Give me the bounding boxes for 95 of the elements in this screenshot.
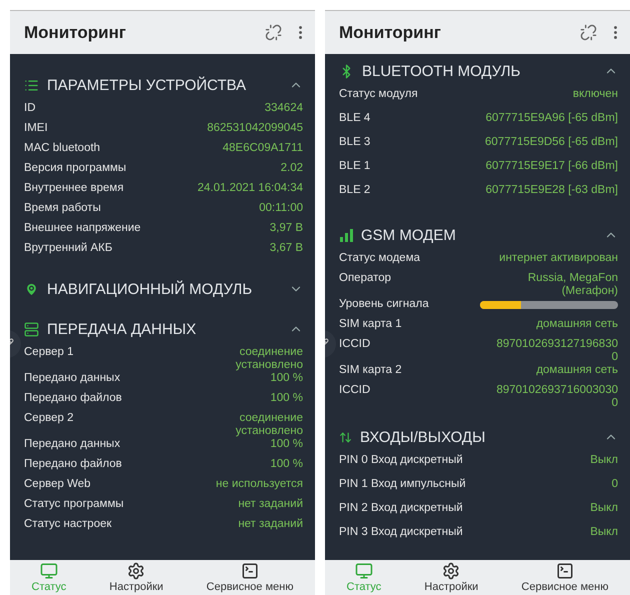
- field-value: 48E6C09A1711: [222, 142, 303, 155]
- field-label: Статус настроек: [24, 518, 112, 530]
- field-label: SIM карта 1: [339, 318, 402, 330]
- field-value: 6077715E9E28 [-63 dBm]: [486, 184, 618, 197]
- field-label: Уровень сигнала: [339, 298, 429, 310]
- section-header[interactable]: НАВИГАЦИОННЫЙ МОДУЛЬ: [24, 276, 303, 302]
- monitor-icon: [40, 562, 58, 580]
- field-label: BLE 1: [339, 160, 370, 172]
- field-value: 2.02: [280, 162, 303, 175]
- section-title: ВХОДЫ/ВЫХОДЫ: [360, 428, 486, 446]
- field-value: Выкл: [590, 526, 618, 539]
- field-label: Статус модуля: [339, 88, 418, 100]
- section-title: BLUETOOTH МОДУЛЬ: [362, 62, 522, 80]
- field-value: 6077715E9A96 [-65 dBm]: [486, 112, 618, 125]
- field-label: Сервер 1: [24, 346, 74, 358]
- nav-tab[interactable]: Сервисное меню: [517, 560, 612, 593]
- field-label: PIN 0 Вход дискретный: [339, 454, 463, 466]
- field-label: Сервер Web: [24, 478, 91, 490]
- section-title: ПЕРЕДАЧА ДАННЫХ: [47, 320, 198, 338]
- field-label: Статус модема: [339, 252, 420, 264]
- section-title: GSM МОДЕМ: [361, 226, 457, 244]
- field-label: BLE 4: [339, 112, 370, 124]
- field-value: соединение установлено: [234, 346, 303, 372]
- field-label: Сервер 2: [24, 412, 74, 424]
- field-value: 6077715E9E17 [-66 dBm]: [486, 160, 618, 173]
- field-value: 00:11:00: [259, 202, 303, 215]
- field-value: Выкл: [590, 502, 618, 515]
- field-label: Версия программы: [24, 162, 126, 174]
- field-label: BLE 3: [339, 136, 370, 148]
- screen-title: Мониторинг: [24, 22, 127, 42]
- nav-tab[interactable]: Сервисное меню: [202, 560, 298, 593]
- field-value: 0: [612, 478, 618, 491]
- field-label: PIN 1 Вход импульсный: [339, 478, 466, 490]
- field-value: включен: [572, 88, 618, 101]
- signal-bars-icon: [339, 228, 353, 242]
- list-icon: [24, 78, 39, 92]
- field-value: 100 %: [270, 372, 303, 385]
- field-label: ICCID: [339, 384, 370, 396]
- field-label: Время работы: [24, 202, 101, 214]
- screen-title: Мониторинг: [339, 22, 442, 42]
- field-value: 89701026937160030300: [495, 384, 618, 410]
- monitor-icon: [354, 562, 373, 580]
- location-pin-icon: [24, 282, 39, 296]
- field-label: PIN 3 Вход дискретный: [339, 526, 463, 538]
- field-label: Врутренний АКБ: [24, 242, 112, 254]
- field-value: 334624: [264, 102, 303, 115]
- section-header[interactable]: ПАРАМЕТРЫ УСТРОЙСТВА: [24, 72, 303, 98]
- field-value: Выкл: [590, 454, 618, 467]
- field-label: MAC bluetooth: [24, 142, 100, 154]
- field-label: Передано файлов: [24, 392, 122, 404]
- field-label: Оператор: [339, 272, 392, 284]
- field-value: не используется: [216, 478, 303, 491]
- section-header[interactable]: GSM МОДЕМ: [339, 222, 618, 248]
- field-value: 100 %: [270, 392, 303, 405]
- field-label: SIM карта 2: [339, 364, 402, 376]
- section-title: НАВИГАЦИОННЫЙ МОДУЛЬ: [47, 280, 254, 298]
- field-value: нет заданий: [238, 518, 303, 531]
- settings-icon: [442, 562, 460, 580]
- terminal-icon: [240, 562, 259, 580]
- nav-tab[interactable]: Настройки: [420, 560, 482, 593]
- field-label: Передано данных: [24, 438, 120, 450]
- field-label: IMEI: [24, 122, 48, 134]
- field-value: домашняя сеть: [536, 364, 618, 377]
- field-value: 24.01.2021 16:04:34: [197, 182, 303, 195]
- field-value: домашняя сеть: [536, 318, 618, 331]
- section-header[interactable]: BLUETOOTH МОДУЛЬ: [339, 58, 618, 84]
- broken-link-icon[interactable]: [580, 24, 597, 41]
- broken-link-icon[interactable]: [265, 24, 282, 41]
- field-value: соединение установлено: [234, 412, 303, 438]
- field-label: ICCID: [339, 338, 370, 350]
- section-header[interactable]: ПЕРЕДАЧА ДАННЫХ: [24, 316, 303, 342]
- terminal-icon: [556, 562, 574, 580]
- settings-icon: [127, 562, 146, 580]
- field-label: Передано данных: [24, 372, 120, 384]
- field-value: 100 %: [270, 438, 303, 451]
- field-label: Внутреннее время: [24, 182, 124, 194]
- field-label: BLE 2: [339, 184, 370, 196]
- field-value: 3,97 В: [270, 222, 303, 235]
- up-down-arrows-icon: [339, 430, 352, 444]
- section-header[interactable]: ВХОДЫ/ВЫХОДЫ: [339, 424, 618, 450]
- field-label: ID: [24, 102, 36, 114]
- field-label: Статус программы: [24, 498, 124, 510]
- field-value: 6077715E9D56 [-65 dBm]: [485, 136, 618, 149]
- field-value: 3,67 В: [270, 242, 303, 255]
- field-value: 862531042099045: [207, 122, 303, 135]
- field-value: нет заданий: [238, 498, 303, 511]
- field-value: 100 %: [270, 458, 303, 471]
- field-label: PIN 2 Вход дискретный: [339, 502, 463, 514]
- field-value: Russia, MegaFon (Мегафон): [526, 272, 618, 298]
- field-label: Передано файлов: [24, 458, 122, 470]
- server-icon: [24, 322, 39, 336]
- field-value: интернет активирован: [499, 252, 618, 265]
- field-label: Внешнее напряжение: [24, 222, 141, 234]
- section-title: ПАРАМЕТРЫ УСТРОЙСТВА: [47, 76, 248, 94]
- nav-tab[interactable]: Настройки: [105, 560, 168, 593]
